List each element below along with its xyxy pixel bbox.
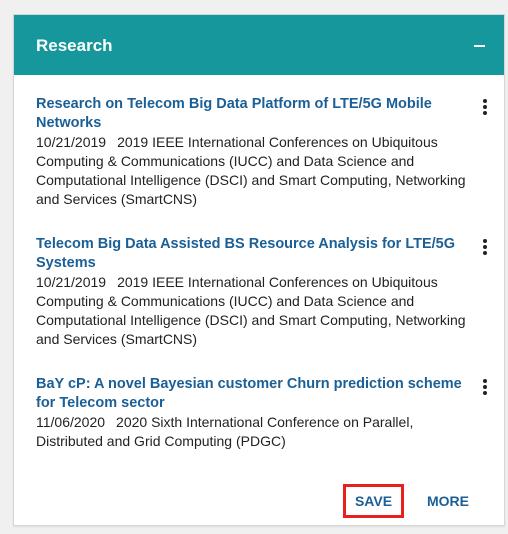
more-options-menu-button[interactable] bbox=[480, 239, 490, 259]
page-background: Research Research on Telecom Big Data Pl… bbox=[0, 0, 508, 534]
panel-header: Research bbox=[14, 15, 504, 75]
publication-meta: 10/21/2019 2019 IEEE International Confer… bbox=[36, 133, 476, 209]
kebab-dot bbox=[483, 391, 487, 395]
kebab-dot bbox=[483, 385, 487, 389]
publication-meta: 10/21/2019 2019 IEEE International Confer… bbox=[36, 273, 476, 349]
publication-date: 11/06/2020 bbox=[36, 414, 106, 430]
more-options-menu-button[interactable] bbox=[480, 99, 490, 119]
minus-icon bbox=[474, 45, 485, 47]
kebab-dot bbox=[483, 105, 487, 109]
kebab-dot bbox=[483, 239, 487, 243]
publication-meta: 11/06/2020 2020 Sixth International Confe… bbox=[36, 413, 476, 451]
publication-title-link[interactable]: Telecom Big Data Assisted BS Resource An… bbox=[36, 235, 476, 273]
publication-date: 10/21/2019 bbox=[36, 274, 107, 290]
kebab-dot bbox=[483, 111, 487, 115]
panel-title: Research bbox=[36, 36, 113, 55]
publication-title-link[interactable]: Research on Telecom Big Data Platform of… bbox=[36, 95, 476, 133]
publication-item: BaY cP: A novel Bayesian customer Churn … bbox=[36, 375, 476, 451]
kebab-dot bbox=[483, 245, 487, 249]
kebab-dot bbox=[483, 251, 487, 255]
more-options-menu-button[interactable] bbox=[480, 379, 490, 399]
more-button[interactable]: MORE bbox=[427, 484, 469, 518]
publication-item: Research on Telecom Big Data Platform of… bbox=[36, 95, 476, 209]
collapse-button[interactable] bbox=[470, 33, 490, 57]
panel-actions: SAVE MORE bbox=[14, 484, 504, 524]
publication-date: 10/21/2019 bbox=[36, 134, 107, 150]
publication-title-link[interactable]: BaY cP: A novel Bayesian customer Churn … bbox=[36, 375, 476, 413]
kebab-dot bbox=[483, 379, 487, 383]
kebab-dot bbox=[483, 99, 487, 103]
save-button[interactable]: SAVE bbox=[343, 484, 404, 518]
research-panel: Research Research on Telecom Big Data Pl… bbox=[13, 14, 505, 526]
publication-item: Telecom Big Data Assisted BS Resource An… bbox=[36, 235, 476, 349]
